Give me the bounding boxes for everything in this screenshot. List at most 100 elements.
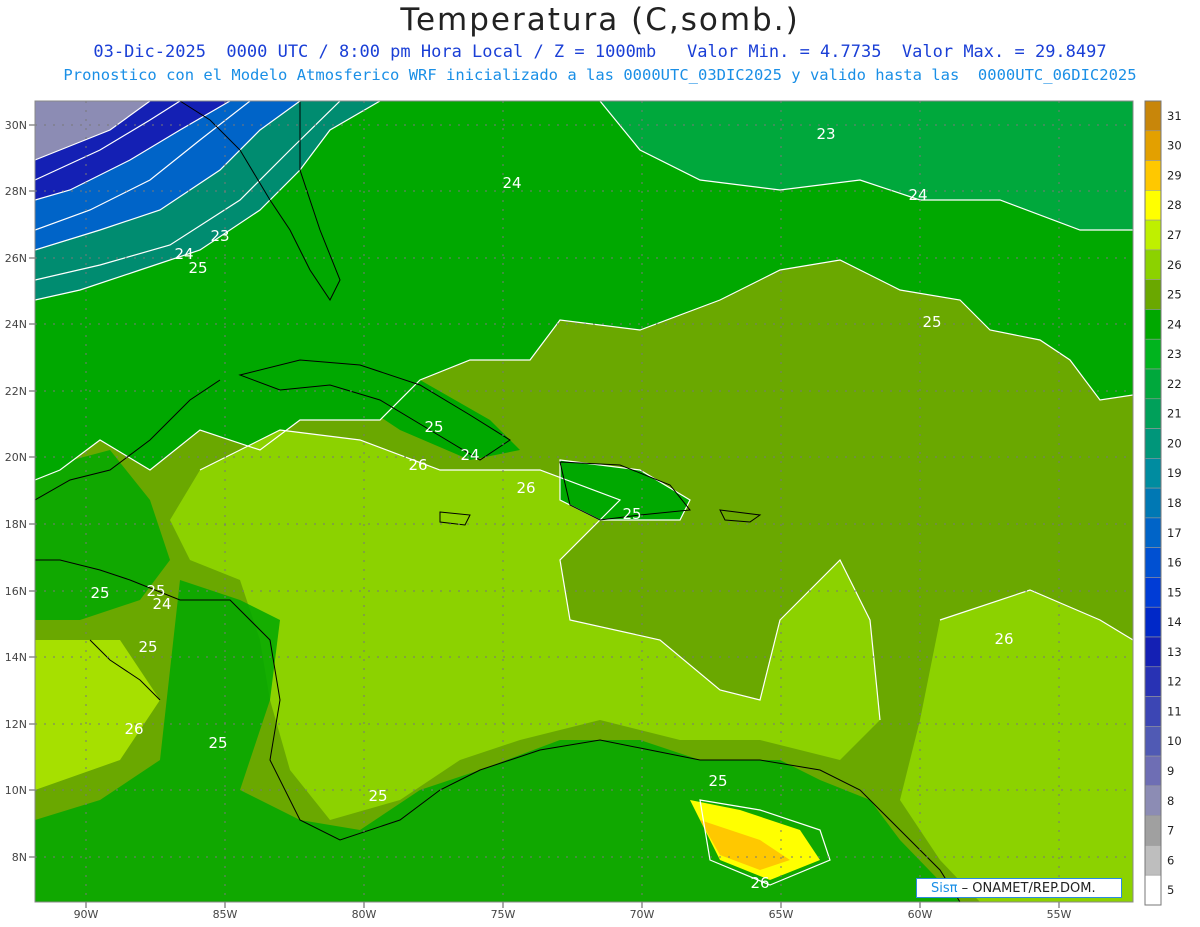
colorbar-swatch	[1144, 606, 1162, 638]
colorbar-label: 17	[1167, 526, 1182, 540]
contour-label: 26	[124, 720, 143, 738]
contour-label: 26	[408, 456, 427, 474]
contour-label: 25	[368, 787, 387, 805]
temperature-map: 30N 28N 26N 24N 22N 20N 18N 16N 14N 12N 10N 8N 90W 8…	[5, 100, 1182, 921]
lon-label: 65W	[769, 908, 794, 921]
lat-label: 18N	[5, 518, 27, 531]
contour-label: 24	[908, 186, 927, 204]
colorbar-swatch	[1144, 636, 1162, 668]
lat-label: 14N	[5, 651, 27, 664]
lon-label: 60W	[908, 908, 933, 921]
contour-label: 25	[208, 734, 227, 752]
contour-label: 25	[708, 772, 727, 790]
lon-label: 70W	[630, 908, 655, 921]
colorbar-label: 30	[1167, 139, 1182, 153]
colorbar-label: 24	[1167, 317, 1182, 331]
colorbar-label: 18	[1167, 496, 1182, 510]
colorbar-swatch	[1144, 398, 1162, 429]
colorbar-swatch	[1144, 517, 1162, 548]
colorbar-label: 8	[1167, 794, 1174, 808]
colorbar-swatch	[1144, 190, 1162, 221]
colorbar-label: 5	[1167, 883, 1174, 897]
colorbar-label: 14	[1167, 615, 1182, 629]
lat-label: 20N	[5, 451, 27, 464]
lon-label: 75W	[491, 908, 516, 921]
colorbar-swatch	[1144, 428, 1162, 459]
lon-label: 85W	[213, 908, 238, 921]
lat-label: 24N	[5, 318, 27, 331]
colorbar-swatch	[1144, 785, 1162, 816]
colorbar-swatch	[1144, 487, 1162, 519]
colorbar-swatch	[1144, 338, 1162, 370]
colorbar-label: 19	[1167, 466, 1182, 480]
colorbar-label: 15	[1167, 585, 1182, 599]
colorbar-swatch	[1144, 874, 1162, 906]
colorbar-label: 25	[1167, 288, 1182, 302]
colorbar-label: 12	[1167, 675, 1182, 689]
map-field	[35, 101, 1133, 902]
contour-label: 25	[90, 584, 109, 602]
colorbar-swatch	[1144, 577, 1162, 608]
contour-label: 25	[188, 259, 207, 277]
longitude-labels: 90W 85W 80W 75W 70W 65W 60W 55W	[74, 908, 1072, 921]
colorbar-label: 28	[1167, 198, 1182, 212]
colorbar-label: 21	[1167, 407, 1182, 421]
contour-label: 25	[138, 638, 157, 656]
contour-label: 25	[424, 418, 443, 436]
colorbar-swatch	[1144, 130, 1162, 161]
contour-label: 26	[516, 479, 535, 497]
colorbar-label: 26	[1167, 258, 1182, 272]
colorbar-label: 11	[1167, 704, 1182, 718]
contour-label: 25	[922, 313, 941, 331]
colorbar-label: 23	[1167, 347, 1182, 361]
colorbar-label: 22	[1167, 377, 1182, 391]
colorbar-swatch	[1144, 726, 1162, 757]
colorbar-swatch	[1144, 309, 1162, 340]
contour-label: 26	[750, 874, 769, 892]
contour-label: 24	[152, 595, 171, 613]
contour-label: 23	[210, 227, 229, 245]
credit-onamet: – ONAMET/REP.DOM.	[957, 881, 1096, 896]
colorbar-label: 6	[1167, 853, 1174, 867]
contour-label: 24	[460, 446, 479, 464]
colorbar-swatch	[1144, 160, 1162, 191]
colorbar-label: 13	[1167, 645, 1182, 659]
colorbar-swatch	[1144, 249, 1162, 280]
contour-label: 24	[502, 174, 521, 192]
colorbar-swatch	[1144, 815, 1162, 846]
credit-sis: Sisπ	[931, 881, 958, 896]
colorbar-swatch	[1144, 458, 1162, 489]
lon-label: 90W	[74, 908, 99, 921]
colorbar-label: 9	[1167, 764, 1174, 778]
credit-box: Sisπ – ONAMET/REP.DOM.	[916, 878, 1122, 898]
colorbar-swatch	[1144, 279, 1162, 310]
colorbar: 31 30 29 28 27 26 25 24 23 22 21 20 19 18 17 16 15 14 13 12…	[1144, 100, 1182, 906]
colorbar-label: 29	[1167, 168, 1182, 182]
lat-label: 22N	[5, 385, 27, 398]
lat-label: 26N	[5, 252, 27, 265]
colorbar-swatch	[1144, 219, 1162, 251]
colorbar-swatch	[1144, 547, 1162, 578]
contour-label: 26	[994, 630, 1013, 648]
colorbar-swatch	[1144, 368, 1162, 400]
lon-label: 55W	[1047, 908, 1072, 921]
contour-label: 23	[816, 125, 835, 143]
lat-label: 16N	[5, 585, 27, 598]
lat-label: 30N	[5, 119, 27, 132]
lat-label: 28N	[5, 185, 27, 198]
colorbar-label: 10	[1167, 734, 1182, 748]
colorbar-label: 7	[1167, 824, 1174, 838]
lat-label: 8N	[12, 851, 27, 864]
contour-label: 25	[622, 505, 641, 523]
colorbar-label: 20	[1167, 436, 1182, 450]
colorbar-swatch	[1144, 666, 1162, 697]
colorbar-swatch	[1144, 755, 1162, 787]
colorbar-label: 27	[1167, 228, 1182, 242]
lon-label: 80W	[352, 908, 377, 921]
colorbar-swatch	[1144, 845, 1162, 876]
colorbar-swatch	[1144, 100, 1162, 132]
lat-label: 10N	[5, 784, 27, 797]
colorbar-label: 31	[1167, 109, 1182, 123]
colorbar-label: 16	[1167, 556, 1182, 570]
lat-label: 12N	[5, 718, 27, 731]
